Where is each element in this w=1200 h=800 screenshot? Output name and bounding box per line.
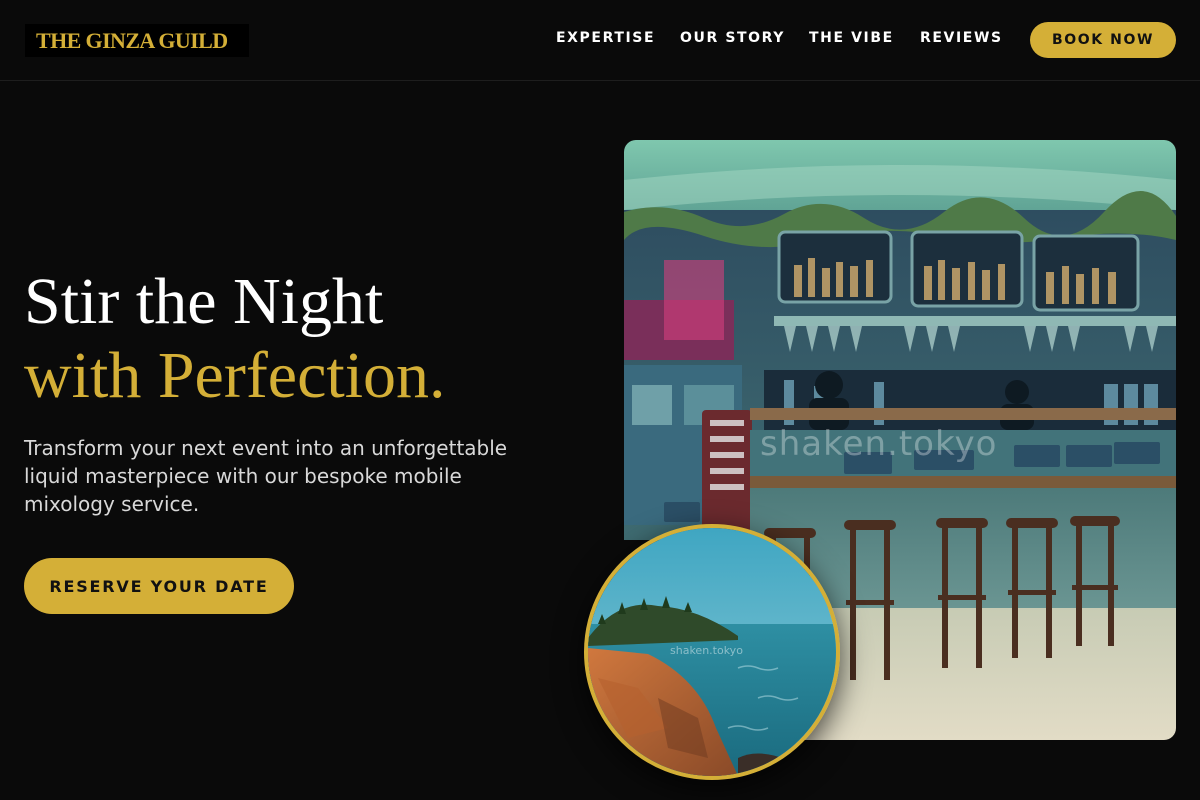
nav-link-our-story[interactable]: OUR STORY: [680, 30, 785, 46]
brand-logo[interactable]: THE GINZA GUILD: [25, 24, 249, 57]
hero-subtitle: Transform your next event into an unforg…: [24, 436, 508, 516]
site-header: THE GINZA GUILD EXPERTISE OUR STORY THE …: [0, 0, 1200, 81]
hero-title-line-1: Stir the Night: [24, 265, 384, 338]
hero-title: Stir the Night with Perfection.: [24, 265, 584, 413]
bar-image-watermark: shaken.tokyo: [760, 424, 998, 464]
book-now-button[interactable]: BOOK NOW: [1030, 22, 1176, 58]
nav-link-expertise[interactable]: EXPERTISE: [556, 30, 655, 46]
hero-title-line-2: with Perfection.: [24, 339, 446, 412]
coastline-image: shaken.tokyo: [584, 524, 840, 780]
coast-image-watermark: shaken.tokyo: [670, 644, 743, 657]
reserve-date-button[interactable]: RESERVE YOUR DATE: [24, 558, 294, 614]
nav-link-reviews[interactable]: REVIEWS: [920, 30, 1003, 46]
nav-link-the-vibe[interactable]: THE VIBE: [809, 30, 894, 46]
